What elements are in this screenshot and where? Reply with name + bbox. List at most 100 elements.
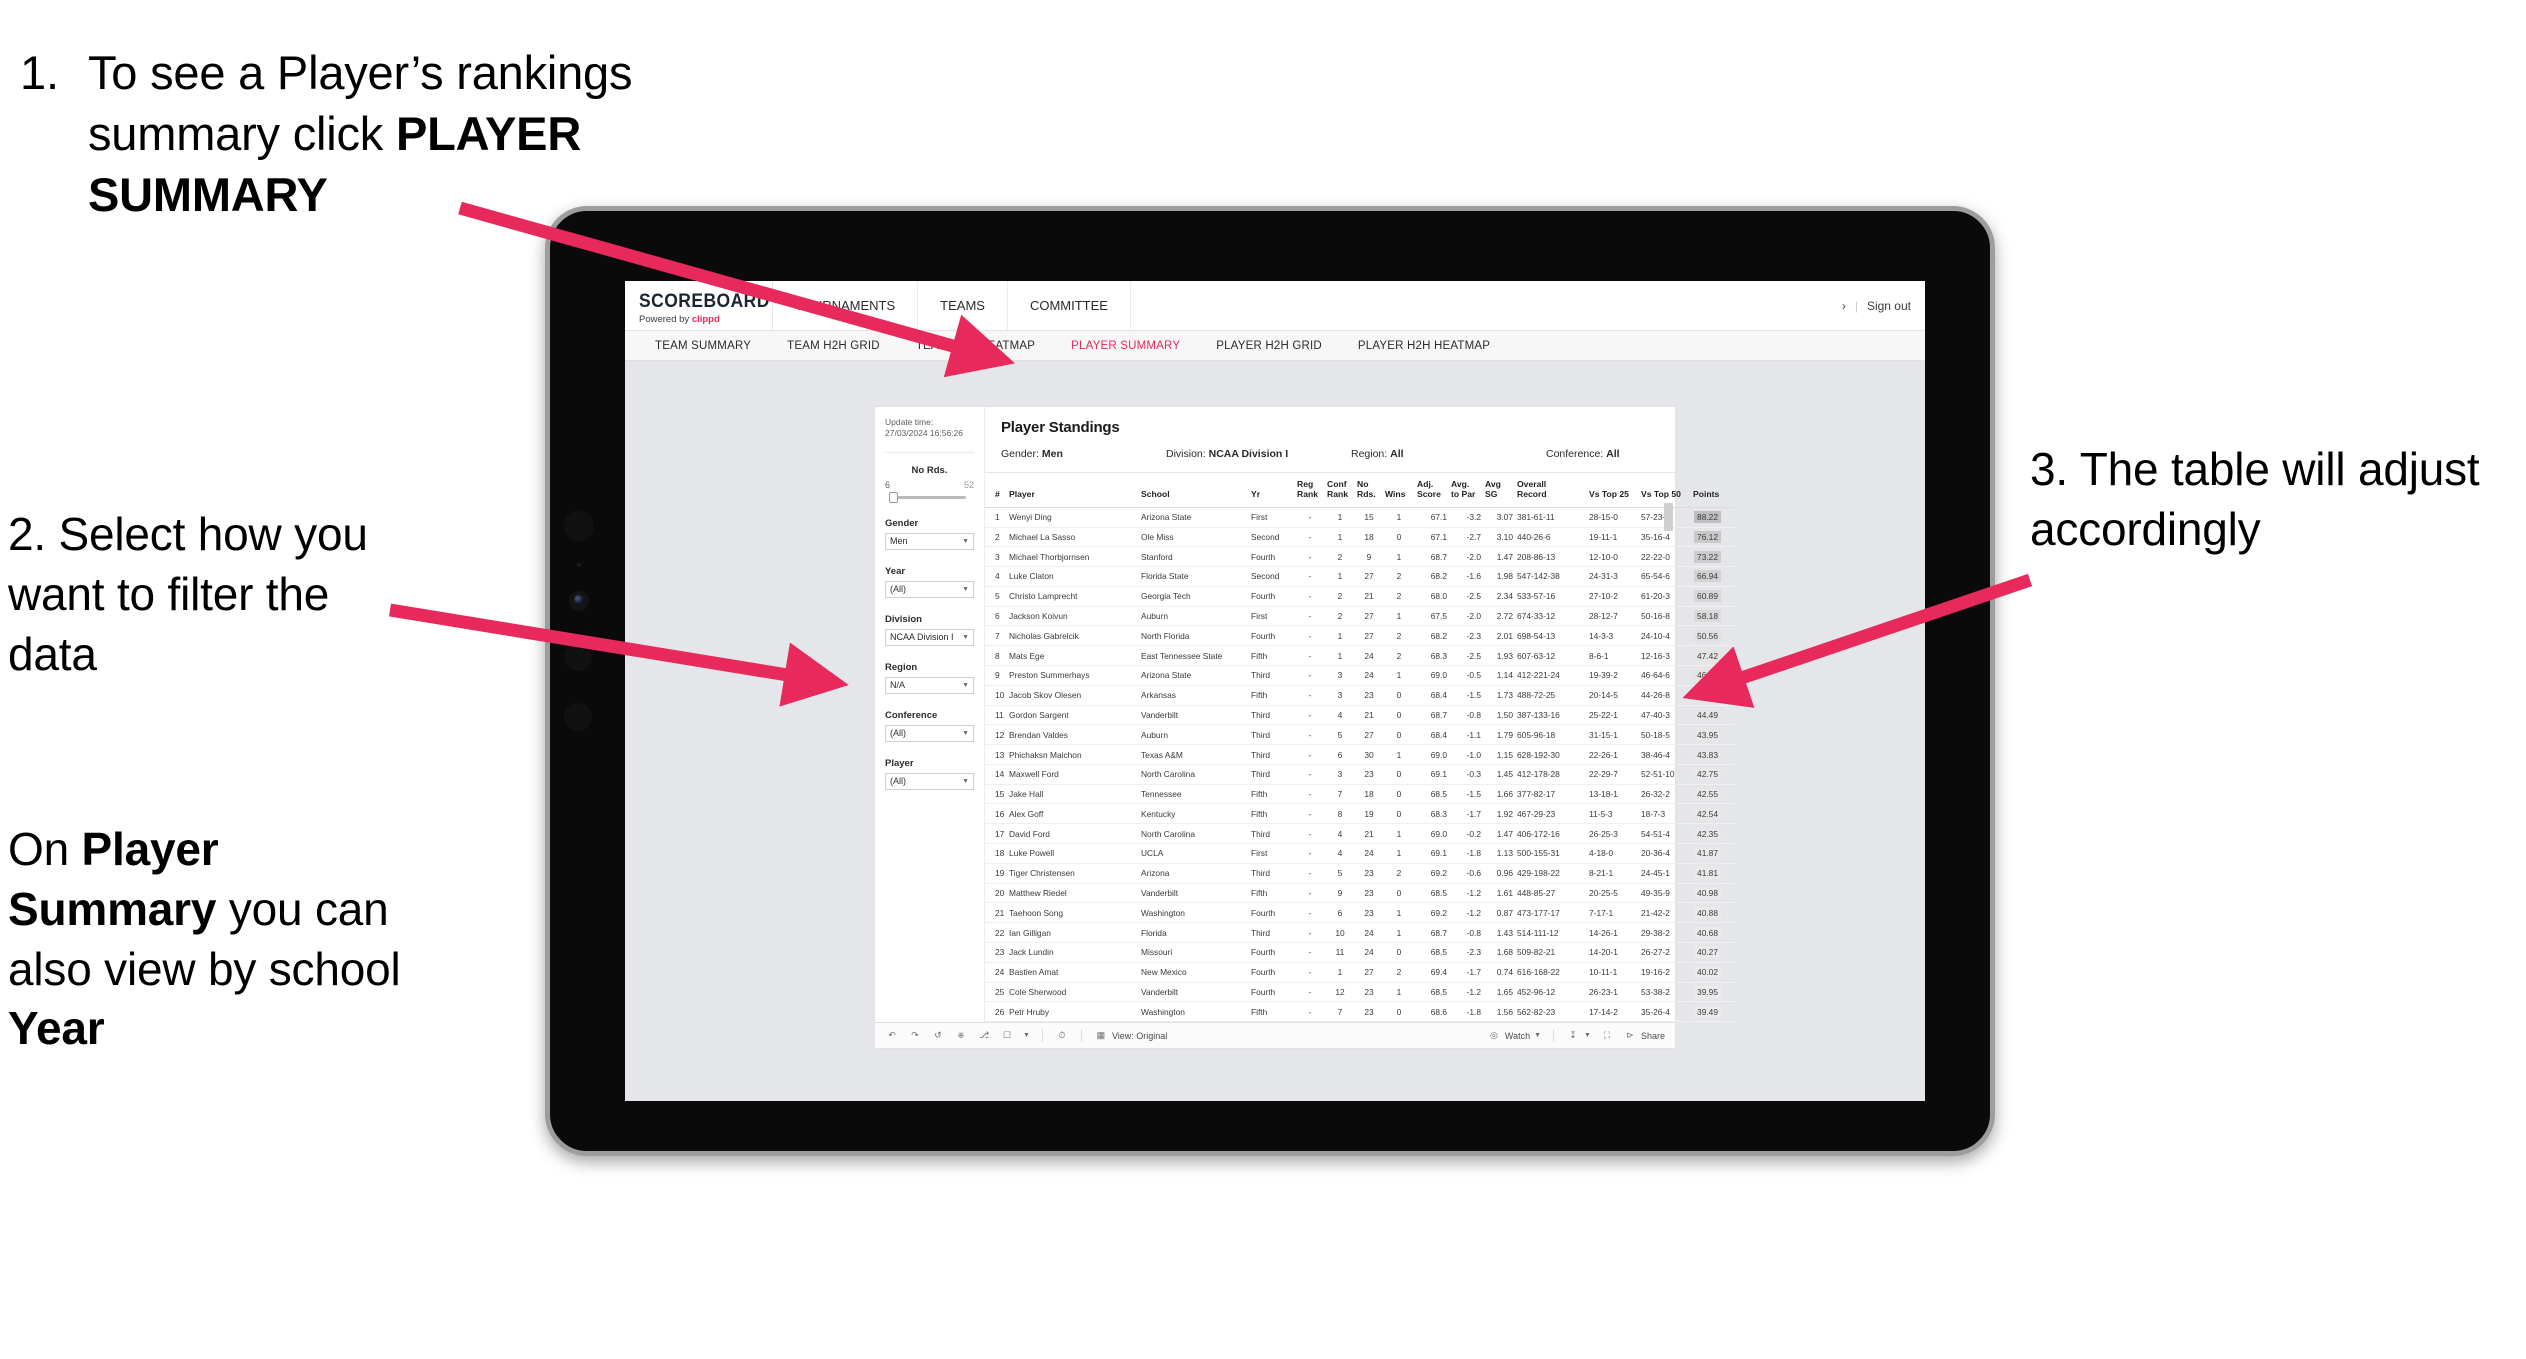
- cell-school: Stanford: [1139, 546, 1249, 568]
- tab-team-summary[interactable]: TEAM SUMMARY: [637, 340, 769, 352]
- filter-year: Year (All) ▼: [885, 566, 974, 598]
- cell-wins: 1: [1383, 507, 1415, 528]
- table-row[interactable]: 6 Jackson Koivun Auburn First -2 27 1 67.5 -2.0 2…: [985, 606, 1735, 627]
- cell-vs-top-25: 14-26-1: [1587, 922, 1639, 943]
- cell-school: Washington: [1139, 902, 1249, 924]
- cell-school: Florida State: [1139, 566, 1249, 587]
- table-scrollbar-thumb[interactable]: [1664, 503, 1673, 531]
- sign-out-link[interactable]: Sign out: [1867, 299, 1911, 313]
- meta-gender-label: Gender:: [1001, 448, 1039, 460]
- cell-overall-record: 467-29-23: [1515, 803, 1587, 825]
- filter-region-select[interactable]: N/A ▼: [885, 676, 974, 694]
- topnav-item-teams[interactable]: TEAMS: [918, 281, 1008, 330]
- chevron-down-icon: ▼: [962, 537, 969, 545]
- cell-avg-to-par: -0.6: [1449, 863, 1483, 884]
- table-row[interactable]: 16 Alex Goff Kentucky Fifth -8 19 0 68.3 -1.7 1.9…: [985, 803, 1735, 825]
- share-button[interactable]: ⊳ Share: [1623, 1029, 1665, 1043]
- table-row[interactable]: 13 Phichaksn Maichon Texas A&M Third -6 30 1 69…: [985, 744, 1735, 765]
- view-original-label: View: Original: [1111, 1030, 1168, 1041]
- col-header-conf-rank: Conf Rank: [1325, 473, 1355, 508]
- table-row[interactable]: 1 Wenyi Ding Arizona State First -1 15 1 67.1 -3…: [985, 507, 1735, 528]
- cell-adj-score: 68.2: [1415, 566, 1449, 587]
- view-original-button[interactable]: ▦ View: Original: [1094, 1029, 1168, 1043]
- table-row[interactable]: 11 Gordon Sargent Vanderbilt Third -4 21 0 68.7…: [985, 705, 1735, 726]
- cell-conf-rank: 10: [1325, 922, 1355, 943]
- filter-conference-select[interactable]: (All) ▼: [885, 724, 974, 742]
- cell-vs-top-25: 19-11-1: [1587, 527, 1639, 548]
- cell-school: Tennessee: [1139, 784, 1249, 805]
- fullscreen-icon[interactable]: ⛶: [1600, 1029, 1614, 1043]
- app-header: SCOREBOARD Powered by clippd TOURNAMENTS…: [625, 281, 1925, 331]
- table-row[interactable]: 25 Cole Sherwood Vanderbilt Fourth -12 23 1 68.…: [985, 982, 1735, 1003]
- user-menu-icon[interactable]: ›: [1842, 299, 1846, 313]
- cell-player: Brendan Valdes: [1007, 724, 1139, 746]
- table-row[interactable]: 10 Jacob Skov Olesen Arkansas Fifth -3 23 0 68.…: [985, 685, 1735, 706]
- tab-player-summary[interactable]: PLAYER SUMMARY: [1053, 340, 1198, 352]
- table-row[interactable]: 26 Petr Hruby Washington Fifth -7 23 0 68.6 -1.8…: [985, 1001, 1735, 1023]
- table-row[interactable]: 18 Luke Powell UCLA First -4 24 1 69.1 -1.8 1.13 5…: [985, 843, 1735, 864]
- cell-vs-top-25: 22-26-1: [1587, 744, 1639, 765]
- cell-yr: Third: [1249, 764, 1295, 785]
- table-row[interactable]: 15 Jake Hall Tennessee Fifth -7 18 0 68.5 -1.5 1.…: [985, 784, 1735, 805]
- cell-points: 41.81: [1691, 863, 1735, 884]
- redo-icon[interactable]: ↷: [908, 1029, 922, 1043]
- table-row[interactable]: 9 Preston Summerhays Arizona State Third -3 2…: [985, 665, 1735, 686]
- tab-team-h2h-grid[interactable]: TEAM H2H GRID: [769, 340, 898, 352]
- pause-refresh-icon[interactable]: ⎈: [954, 1029, 968, 1043]
- cell-vs-top-25: 31-15-1: [1587, 724, 1639, 746]
- cell-yr: Fourth: [1249, 982, 1295, 1003]
- cell-reg-rank: -: [1295, 764, 1325, 785]
- table-row[interactable]: 24 Bastien Amat New Mexico Fourth -1 27 2 69.4-…: [985, 962, 1735, 983]
- table-row[interactable]: 5 Christo Lamprecht Georgia Tech Fourth -2 21…: [985, 586, 1735, 607]
- revert-icon[interactable]: ↺: [931, 1029, 945, 1043]
- cell-player: Gordon Sargent: [1007, 705, 1139, 726]
- cell-school: North Carolina: [1139, 764, 1249, 785]
- table-row[interactable]: 19 Tiger Christensen Arizona Third -5 23 2 69.2…: [985, 863, 1735, 884]
- cell-avg-to-par: -1.8: [1449, 843, 1483, 864]
- topnav-item-tournaments[interactable]: TOURNAMENTS: [773, 281, 919, 330]
- tab-team-h2h-heatmap[interactable]: TEAM H2H HEATMAP: [898, 340, 1053, 352]
- table-row[interactable]: 21 Taehoon Song Washington Fourth -6 23 1 69.2-…: [985, 902, 1735, 924]
- cell-player: Christo Lamprecht: [1007, 586, 1139, 607]
- undo-icon[interactable]: ↶: [885, 1029, 899, 1043]
- cell-points: 43.83: [1691, 744, 1735, 765]
- table-row[interactable]: 3 Michael Thorbjornsen Stanford Fourth -2 9 1 6…: [985, 546, 1735, 568]
- cell-avg-to-par: -1.6: [1449, 566, 1483, 587]
- filter-player-select[interactable]: (All) ▼: [885, 772, 974, 790]
- tab-player-h2h-heatmap[interactable]: PLAYER H2H HEATMAP: [1340, 340, 1508, 352]
- download-button[interactable]: ↧ ▼: [1566, 1029, 1591, 1043]
- cell-avg-sg: 2.01: [1483, 625, 1515, 647]
- tab-player-h2h-grid[interactable]: PLAYER H2H GRID: [1198, 340, 1340, 352]
- table-row[interactable]: 8 Mats Ege East Tennessee State Fifth -1 24 2 6…: [985, 645, 1735, 666]
- table-row[interactable]: 22 Ian Gilligan Florida Third -10 24 1 68.7 -0.8…: [985, 922, 1735, 943]
- cell-yr: Fourth: [1249, 625, 1295, 647]
- table-row[interactable]: 14 Maxwell Ford North Carolina Third -3 23 0 69…: [985, 764, 1735, 785]
- refresh-icon[interactable]: ⎇: [977, 1029, 991, 1043]
- watch-button[interactable]: ◎ Watch ▼: [1487, 1029, 1541, 1043]
- cell-conf-rank: 2: [1325, 606, 1355, 627]
- filter-division-select[interactable]: NCAA Division I ▼: [885, 628, 974, 646]
- table-row[interactable]: 7 Nicholas Gabrelcik North Florida Fourth -1…: [985, 625, 1735, 647]
- chevron-down-icon[interactable]: ▼: [1023, 1032, 1030, 1039]
- table-row[interactable]: 23 Jack Lundin Missouri Fourth -11 24 0 68.5 -2.…: [985, 942, 1735, 963]
- table-row[interactable]: 12 Brendan Valdes Auburn Third -5 27 0 68.4 -1.1…: [985, 724, 1735, 746]
- table-row[interactable]: 20 Matthew Riedel Vanderbilt Fifth -9 23 0 68.5…: [985, 883, 1735, 904]
- cell-avg-to-par: -1.8: [1449, 1001, 1483, 1023]
- clock-icon[interactable]: ⏱: [1055, 1029, 1069, 1043]
- table-row[interactable]: 2 Michael La Sasso Ole Miss Second -1 18 0 67.1…: [985, 527, 1735, 548]
- meta-division-label: Division:: [1166, 448, 1206, 460]
- cell-vs-top-50: 46-64-6: [1639, 665, 1691, 686]
- alerts-icon[interactable]: ☐: [1000, 1029, 1014, 1043]
- cell-player: David Ford: [1007, 823, 1139, 845]
- slider-handle[interactable]: [889, 491, 898, 503]
- topnav-item-committee[interactable]: COMMITTEE: [1008, 281, 1131, 330]
- filter-gender-select[interactable]: Men ▼: [885, 532, 974, 550]
- no-rds-slider[interactable]: [885, 491, 974, 503]
- cell-school: Vanderbilt: [1139, 982, 1249, 1003]
- filter-year-select[interactable]: (All) ▼: [885, 580, 974, 598]
- table-row[interactable]: 4 Luke Claton Florida State Second -1 27 2 68.2…: [985, 566, 1735, 587]
- cell-player: Jake Hall: [1007, 784, 1139, 805]
- cell-avg-to-par: -3.2: [1449, 507, 1483, 528]
- table-row[interactable]: 17 David Ford North Carolina Third -4 21 1 69.0…: [985, 823, 1735, 845]
- cell-player: Bastien Amat: [1007, 962, 1139, 983]
